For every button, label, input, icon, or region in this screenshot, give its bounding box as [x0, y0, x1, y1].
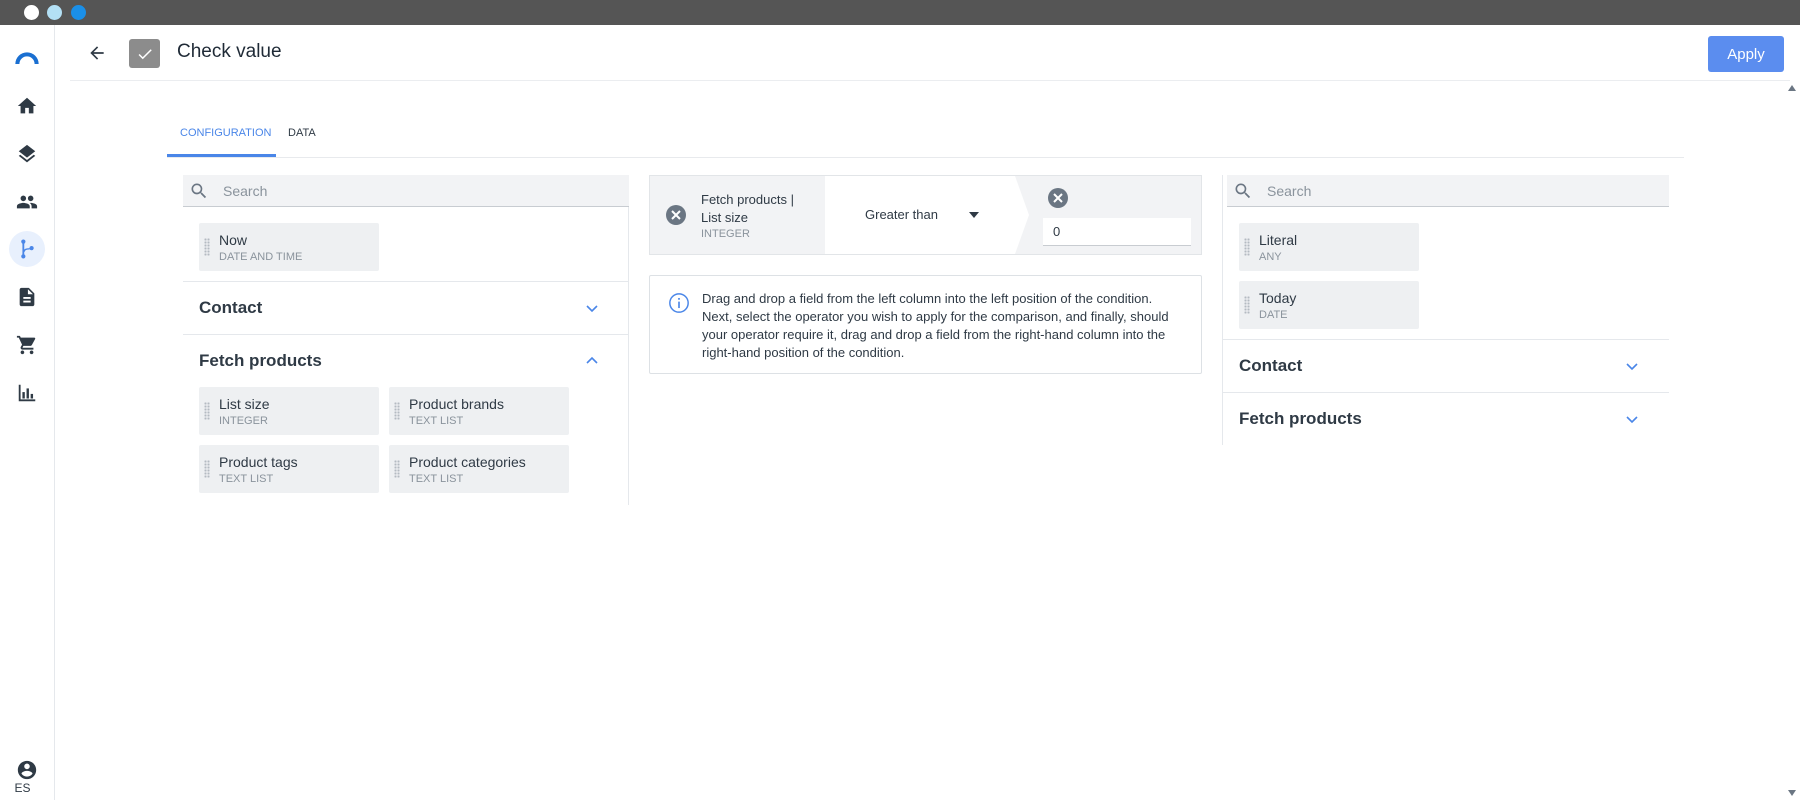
field-chip-today[interactable]: Today DATE [1239, 281, 1419, 329]
sidebar-item-shop[interactable] [9, 327, 45, 363]
drag-handle-icon[interactable] [204, 460, 210, 478]
right-fields-panel: Literal ANY Today DATE Contact Fetch pro… [1222, 175, 1669, 445]
field-type: TEXT LIST [219, 473, 274, 485]
group-title: Contact [199, 298, 263, 317]
sidebar-item-reports[interactable] [9, 375, 45, 411]
remove-right-operand-icon[interactable] [1048, 188, 1068, 208]
operator-label: Greater than [865, 207, 938, 222]
page-header: Check value Apply [70, 25, 1790, 81]
field-type: DATE [1259, 309, 1288, 321]
document-icon [19, 287, 35, 307]
layers-icon [18, 144, 36, 163]
field-name: Product tags [219, 454, 298, 470]
right-search-box [1227, 175, 1669, 207]
field-name: List size [219, 396, 270, 412]
drag-handle-icon[interactable] [204, 238, 210, 256]
window-minimize-button[interactable] [47, 5, 62, 20]
drag-handle-icon[interactable] [1244, 296, 1250, 314]
back-button[interactable] [85, 41, 109, 65]
field-chip-product-brands[interactable]: Product brands TEXT LIST [389, 387, 569, 435]
language-label[interactable]: ES [0, 781, 45, 795]
apply-button[interactable]: Apply [1708, 36, 1784, 72]
field-type: INTEGER [219, 415, 268, 427]
field-chip-list-size[interactable]: List size INTEGER [199, 387, 379, 435]
node-type-badge [129, 39, 160, 68]
sidebar: ES [0, 25, 55, 800]
check-icon [138, 48, 152, 59]
group-fetch-products: Fetch products List size INTEGER Product… [183, 334, 629, 504]
right-operand-value-input[interactable] [1043, 218, 1191, 246]
chevron-up-icon[interactable] [585, 354, 599, 368]
scroll-down-arrow[interactable] [1788, 790, 1796, 796]
sidebar-item-layers[interactable] [9, 136, 45, 172]
window-close-button[interactable] [24, 5, 39, 20]
home-icon [17, 97, 37, 114]
window-maximize-button[interactable] [71, 5, 86, 20]
right-search-input[interactable] [1267, 181, 1657, 201]
left-search-input[interactable] [223, 181, 613, 201]
drag-handle-icon[interactable] [1244, 238, 1250, 256]
field-chip-product-categories[interactable]: Product categories TEXT LIST [389, 445, 569, 493]
group-fetch-products[interactable]: Fetch products [1223, 392, 1669, 445]
group-title: Contact [1239, 356, 1303, 375]
field-chip-now[interactable]: Now DATE AND TIME [199, 223, 379, 271]
flow-icon [21, 239, 34, 259]
scroll-up-arrow[interactable] [1788, 85, 1796, 91]
chevron-down-icon[interactable] [1625, 359, 1639, 373]
group-contact[interactable]: Contact [183, 281, 629, 334]
logo-icon[interactable] [9, 39, 45, 75]
chart-icon [18, 384, 36, 402]
page-title: Check value [177, 41, 282, 62]
left-search-box [183, 175, 629, 207]
cart-icon [16, 335, 36, 355]
field-chip-literal[interactable]: Literal ANY [1239, 223, 1419, 271]
sidebar-item-documents[interactable] [9, 279, 45, 315]
field-name: Literal [1259, 232, 1298, 248]
chevron-down-icon[interactable] [1625, 412, 1639, 426]
left-operand-type: INTEGER [701, 228, 750, 240]
tab-data[interactable]: DATA [288, 127, 316, 139]
field-type: ANY [1259, 251, 1282, 263]
instructions-box: Drag and drop a field from the left colu… [649, 275, 1202, 374]
tab-configuration[interactable]: CONFIGURATION [180, 127, 271, 139]
group-title: Fetch products [1239, 409, 1362, 428]
window-titlebar [0, 0, 1800, 25]
field-chip-product-tags[interactable]: Product tags TEXT LIST [199, 445, 379, 493]
drag-handle-icon[interactable] [394, 460, 400, 478]
drag-handle-icon[interactable] [204, 402, 210, 420]
group-contact[interactable]: Contact [1223, 339, 1669, 392]
chevron-down-icon[interactable] [585, 301, 599, 315]
separator-chevron [1015, 176, 1029, 254]
condition-builder: Fetch products | List size INTEGER Great… [649, 175, 1202, 255]
arrow-left-icon [90, 46, 104, 60]
tab-bar: CONFIGURATION DATA [167, 118, 1684, 158]
active-tab-indicator [167, 154, 276, 157]
account-icon [17, 760, 37, 780]
field-name: Product categories [409, 454, 526, 470]
left-fields-panel: Now DATE AND TIME Contact Fetch products… [183, 175, 629, 505]
field-type: DATE AND TIME [219, 251, 303, 263]
instructions-text: Drag and drop a field from the left colu… [702, 291, 1169, 360]
field-name: Today [1259, 290, 1297, 306]
caret-down-icon[interactable] [969, 212, 979, 218]
drag-handle-icon[interactable] [394, 402, 400, 420]
sidebar-item-home[interactable] [9, 88, 45, 124]
search-icon [191, 183, 207, 199]
field-type: TEXT LIST [409, 415, 464, 427]
field-type: TEXT LIST [409, 473, 464, 485]
sidebar-item-contacts[interactable] [9, 184, 45, 220]
sidebar-item-flows[interactable] [9, 231, 45, 267]
people-icon [16, 195, 38, 209]
field-name: Product brands [409, 396, 504, 412]
condition-left-operand[interactable]: Fetch products | List size INTEGER [650, 176, 820, 254]
info-icon [669, 293, 689, 313]
search-icon [1235, 183, 1251, 199]
field-name: Now [219, 232, 248, 248]
remove-left-operand-icon[interactable] [666, 205, 686, 225]
left-operand-name: Fetch products | List size [701, 192, 794, 225]
operator-select[interactable]: Greater than [825, 176, 1015, 254]
group-title[interactable]: Fetch products [199, 351, 322, 371]
